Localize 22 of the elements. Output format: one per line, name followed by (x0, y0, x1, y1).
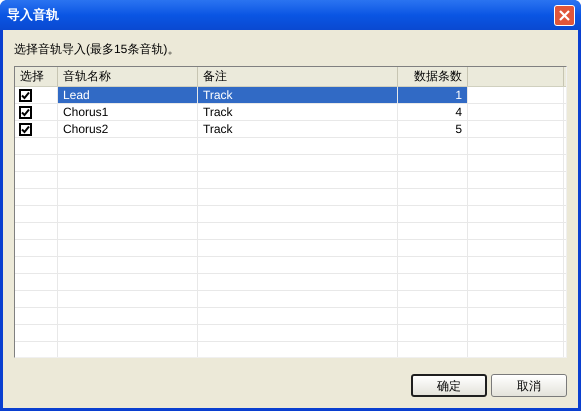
close-icon (559, 10, 570, 20)
column-header[interactable]: 数据条数 (398, 67, 468, 86)
dialog-button[interactable]: 确定 (411, 374, 487, 397)
column-header[interactable]: 备注 (198, 67, 398, 86)
dialog-button[interactable]: 取消 (491, 374, 567, 397)
checkbox[interactable] (19, 122, 32, 136)
table-cell: 4 (398, 104, 468, 120)
table-cell: Chorus1 (58, 104, 198, 120)
instruction-text: 选择音轨导入(最多15条音轨)。 (14, 41, 180, 57)
window-title: 导入音轨 (6, 6, 59, 24)
close-button[interactable] (554, 4, 575, 26)
table-cell: Chorus2 (58, 121, 198, 137)
checkbox[interactable] (19, 88, 32, 102)
column-header[interactable]: 选择 (15, 67, 58, 86)
table-cell: Track (198, 121, 398, 137)
checkbox[interactable] (19, 106, 32, 118)
table-cell: 5 (398, 121, 468, 137)
table-cell: 1 (398, 87, 468, 103)
table-cell: Lead (58, 87, 198, 103)
table-cell: Track (198, 104, 398, 120)
column-header[interactable]: 音轨名称 (58, 67, 198, 86)
table-cell: Track (198, 87, 398, 103)
